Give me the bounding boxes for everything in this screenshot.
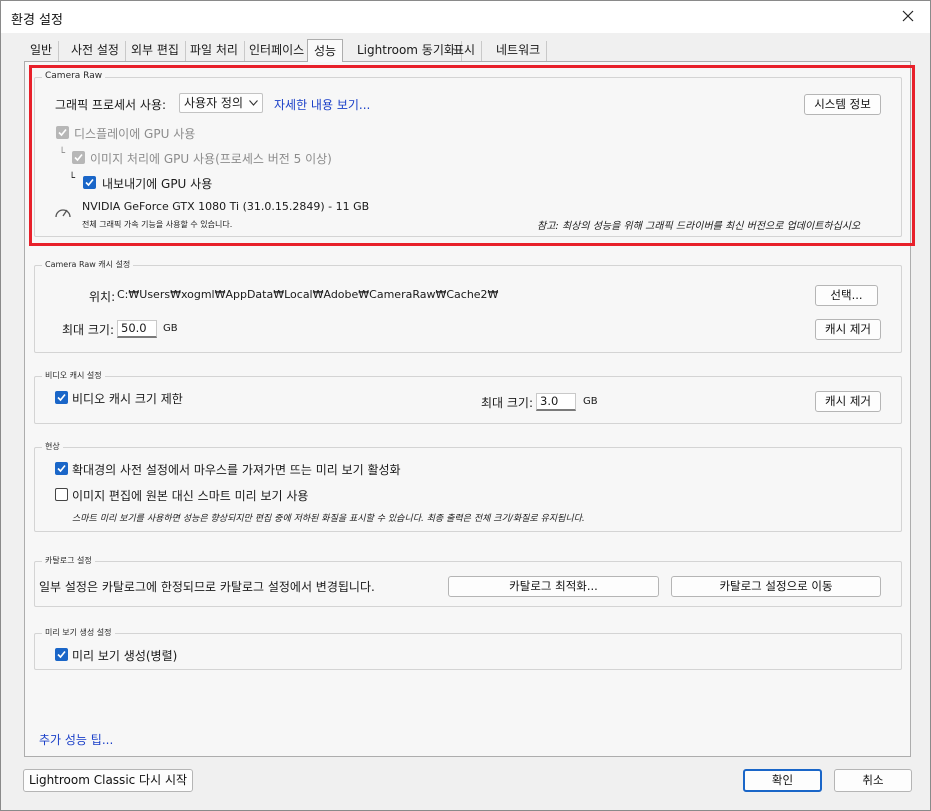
camera-raw-group: Camera Raw 그래픽 프로세서 사용: 사용자 정의 자세한 내용 보기… (34, 71, 902, 237)
checkmark-icon (74, 153, 83, 162)
smart-preview-note: 스마트 미리 보기를 사용하면 성능은 향상되지만 편집 중에 저하된 화질을 … (72, 514, 585, 524)
optimize-catalog-button[interactable]: 카탈로그 최적화... (448, 576, 659, 597)
checkmark-icon (57, 393, 66, 402)
checkmark-icon (85, 178, 94, 187)
preview-generation-group-label: 미리 보기 생성 설정 (42, 627, 115, 638)
performance-page: Camera Raw 그래픽 프로세서 사용: 사용자 정의 자세한 내용 보기… (24, 61, 911, 757)
camera-raw-group-label: Camera Raw (42, 71, 106, 81)
video-cache-max-label: 최대 크기: (481, 396, 534, 410)
checkmark-icon (58, 128, 67, 137)
gpu-export-checkbox[interactable] (83, 176, 96, 189)
smart-preview-label: 이미지 편집에 원본 대신 스마트 미리 보기 사용 (72, 489, 309, 503)
checkmark-icon (57, 464, 66, 473)
checkmark-icon (57, 650, 66, 659)
gpu-status: 전체 그래픽 가속 기능을 사용할 수 있습니다. (82, 220, 233, 229)
gpu-display-label: 디스플레이에 GPU 사용 (74, 127, 196, 141)
cache-location-label: 위치: (89, 290, 116, 304)
gpu-name: NVIDIA GeForce GTX 1080 Ti (31.0.15.2849… (82, 200, 370, 213)
gauge-icon (55, 209, 71, 218)
title-bar: 환경 설정 (1, 1, 930, 33)
hover-preview-label: 확대경의 사전 설정에서 마우스를 가져가면 뜨는 미리 보기 활성화 (72, 463, 401, 477)
select-cache-location-button[interactable]: 선택... (815, 285, 878, 306)
develop-group-label: 현상 (42, 441, 63, 452)
gpu-image-processing-label: 이미지 처리에 GPU 사용(프로세스 버전 5 이상) (90, 152, 332, 166)
purge-cache-button[interactable]: 캐시 제거 (815, 319, 881, 340)
gpu-mode-select[interactable]: 사용자 정의 (179, 93, 263, 113)
tab-interface[interactable]: 인터페이스 (243, 41, 312, 61)
camera-raw-cache-group: Camera Raw 캐시 설정 위치: C:₩Users₩xogml₩AppD… (34, 259, 902, 353)
tab-lightroom-sync[interactable]: Lightroom 동기화 (351, 41, 462, 61)
video-cache-max-unit: GB (583, 396, 598, 407)
system-info-button[interactable]: 시스템 정보 (804, 94, 881, 115)
tab-general[interactable]: 일반 (24, 41, 60, 61)
catalog-group-label: 카탈로그 설정 (42, 555, 95, 566)
camera-raw-cache-group-label: Camera Raw 캐시 설정 (42, 259, 134, 270)
limit-video-cache-label: 비디오 캐시 크기 제한 (72, 392, 183, 406)
gpu-image-processing-checkbox[interactable] (72, 151, 85, 164)
window-title: 환경 설정 (11, 13, 63, 28)
cache-max-size-input[interactable]: 50.0 (117, 320, 157, 338)
smart-preview-checkbox[interactable] (55, 488, 68, 501)
hover-preview-checkbox[interactable] (55, 462, 68, 475)
tree-branch-icon: └ (69, 173, 76, 184)
cache-location-value: C:₩Users₩xogml₩AppData₩Local₩Adobe₩Camer… (117, 288, 499, 301)
develop-group: 현상 확대경의 사전 설정에서 마우스를 가져가면 뜨는 미리 보기 활성화 이… (34, 441, 902, 532)
limit-video-cache-checkbox[interactable] (55, 391, 68, 404)
tab-presets[interactable]: 사전 설정 (65, 41, 126, 61)
cache-max-size-label: 최대 크기: (62, 323, 115, 337)
gpu-display-checkbox[interactable] (56, 126, 69, 139)
catalog-group: 카탈로그 설정 일부 설정은 카탈로그에 한정되므로 카탈로그 설정에서 변경됩… (34, 555, 902, 607)
chevron-down-icon (249, 100, 258, 106)
video-cache-max-input[interactable]: 3.0 (536, 393, 576, 411)
close-icon (902, 10, 914, 22)
video-cache-group-label: 비디오 캐시 설정 (42, 370, 105, 381)
more-performance-tips-link[interactable]: 추가 성능 팁... (39, 731, 113, 748)
cancel-button[interactable]: 취소 (834, 769, 912, 792)
video-cache-group: 비디오 캐시 설정 비디오 캐시 크기 제한 최대 크기: 3.0 GB 캐시 … (34, 370, 902, 424)
tree-branch-icon: └ (59, 148, 66, 159)
gpu-export-label: 내보내기에 GPU 사용 (102, 177, 213, 191)
gpu-mode-value: 사용자 정의 (184, 96, 244, 110)
driver-tip: 참고: 최상의 성능을 위해 그래픽 드라이버를 최신 버전으로 업데이트하십시… (537, 221, 861, 232)
preview-generation-group: 미리 보기 생성 설정 미리 보기 생성(병렬) (34, 627, 902, 670)
go-to-catalog-settings-button[interactable]: 카탈로그 설정으로 이동 (671, 576, 881, 597)
tab-file-handling[interactable]: 파일 처리 (184, 41, 245, 61)
purge-video-cache-button[interactable]: 캐시 제거 (815, 391, 881, 412)
learn-more-link[interactable]: 자세한 내용 보기... (274, 96, 370, 113)
parallel-preview-checkbox[interactable] (55, 648, 68, 661)
tab-performance[interactable]: 성능 (307, 39, 344, 62)
tab-external-editing[interactable]: 외부 편집 (125, 41, 186, 61)
tab-network[interactable]: 네트워크 (490, 41, 548, 61)
restart-lightroom-button[interactable]: Lightroom Classic 다시 시작 (23, 769, 193, 792)
parallel-preview-label: 미리 보기 생성(병렬) (72, 649, 178, 663)
gpu-label: 그래픽 프로세서 사용: (55, 98, 167, 112)
ok-button[interactable]: 확인 (743, 769, 822, 792)
tab-display[interactable]: 표시 (447, 41, 483, 61)
preferences-dialog: 환경 설정 일반 사전 설정 외부 편집 파일 처리 인터페이스 성능 Ligh… (0, 0, 931, 811)
catalog-info-text: 일부 설정은 카탈로그에 한정되므로 카탈로그 설정에서 변경됩니다. (39, 580, 375, 594)
close-button[interactable] (886, 1, 930, 31)
cache-max-size-unit: GB (163, 323, 178, 334)
